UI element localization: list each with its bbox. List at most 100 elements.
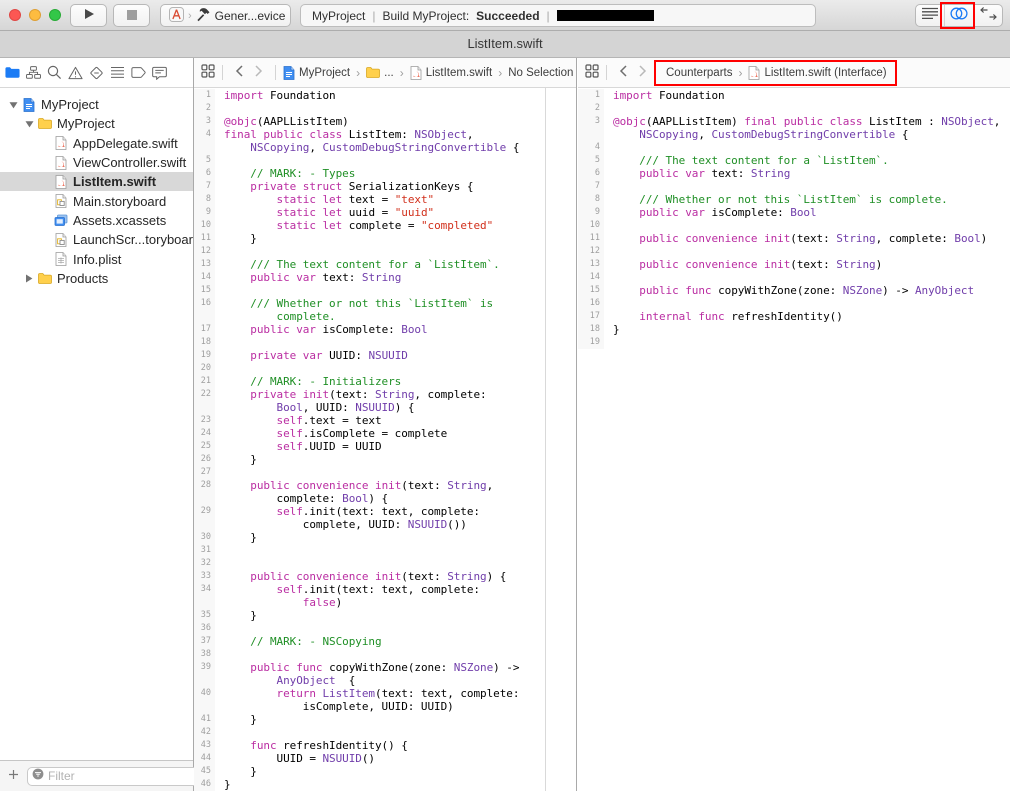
- project-navigator-icon[interactable]: [5, 64, 20, 82]
- status-build-result: Succeeded: [476, 9, 539, 23]
- tree-row[interactable]: AppDelegate.swift: [0, 134, 193, 153]
- close-window-button[interactable]: [9, 9, 21, 21]
- breadcrumb[interactable]: MyProject›...›ListItem.swift›No Selectio…: [283, 66, 573, 80]
- code-line: 21 // MARK: - Initializers: [194, 375, 576, 388]
- breadcrumb-item[interactable]: ...: [384, 67, 394, 79]
- stop-button[interactable]: [113, 4, 150, 27]
- debug-navigator-icon[interactable]: [110, 64, 125, 82]
- code-text: internal func refreshIdentity(): [604, 310, 843, 323]
- code-text: [215, 648, 224, 661]
- line-number: 15: [578, 284, 604, 297]
- code-text: // MARK: - NSCopying: [215, 635, 382, 648]
- code-text: [215, 622, 224, 635]
- assistant-code-editor[interactable]: 1import Foundation23@objc(AAPLListItem) …: [578, 88, 1010, 791]
- code-text: /// Whether or not this `ListItem` is: [215, 297, 493, 310]
- tree-row[interactable]: Info.plist: [0, 249, 193, 268]
- code-text: @objc(AAPLListItem): [215, 115, 349, 128]
- code-line: 10 static let complete = "completed": [194, 219, 576, 232]
- file-label: Main.storyboard: [73, 194, 166, 209]
- breadcrumb-separator: ›: [498, 66, 502, 80]
- line-number: 44: [194, 752, 215, 765]
- tree-row[interactable]: Main.storyboard: [0, 191, 193, 210]
- report-navigator-icon[interactable]: [152, 64, 167, 82]
- tree-row[interactable]: ListItem.swift: [0, 172, 193, 191]
- source-code-editor[interactable]: 1import Foundation23@objc(AAPLListItem)4…: [194, 88, 576, 791]
- tree-row[interactable]: MyProject: [0, 114, 193, 133]
- breadcrumb-item[interactable]: No Selection: [508, 67, 573, 79]
- search-navigator-icon[interactable]: [47, 64, 62, 82]
- assistant-editor-button[interactable]: [944, 5, 973, 26]
- tree-row[interactable]: MyProject: [0, 95, 193, 114]
- issue-navigator-icon[interactable]: [68, 64, 83, 82]
- code-text: // MARK: - Initializers: [215, 375, 401, 388]
- chevron-left-icon: [235, 65, 244, 80]
- disclosure-open-icon[interactable]: [22, 120, 36, 128]
- standard-editor-button[interactable]: [916, 5, 944, 26]
- breadcrumb[interactable]: Counterparts›ListItem.swift (Interface): [662, 66, 887, 80]
- related-items-icon[interactable]: [201, 64, 215, 81]
- disclosure-open-icon[interactable]: [6, 101, 20, 109]
- back-button[interactable]: [614, 65, 633, 80]
- forward-button[interactable]: [633, 65, 652, 80]
- forward-button[interactable]: [249, 65, 268, 80]
- code-text: /// The text content for a `ListItem`.: [604, 154, 889, 167]
- project-navigator-tree[interactable]: MyProjectMyProjectAppDelegate.swiftViewC…: [0, 89, 193, 760]
- test-navigator-icon[interactable]: [89, 64, 104, 82]
- code-text: public var text: String: [215, 271, 401, 284]
- breadcrumb-item[interactable]: Counterparts: [666, 67, 732, 79]
- line-number: 3: [578, 115, 604, 128]
- code-line: 35 }: [194, 609, 576, 622]
- line-number: 38: [194, 648, 215, 661]
- line-number: 32: [194, 557, 215, 570]
- scheme-selector[interactable]: › Gener...evice: [160, 4, 291, 27]
- related-items-icon[interactable]: [585, 64, 599, 81]
- navigator-tab-bar: [0, 58, 193, 88]
- breadcrumb-item[interactable]: ListItem.swift: [426, 67, 492, 79]
- breadcrumb-item[interactable]: MyProject: [299, 67, 350, 79]
- file-swift-icon: [748, 66, 760, 80]
- chevron-left-icon: [619, 65, 628, 80]
- breadcrumb-item[interactable]: ListItem.swift (Interface): [764, 67, 886, 79]
- tree-row[interactable]: Assets.xcassets: [0, 211, 193, 230]
- tree-row[interactable]: LaunchScr...toryboard: [0, 230, 193, 249]
- code-line: 5: [194, 154, 576, 167]
- breadcrumb-separator: ›: [400, 66, 404, 80]
- run-button[interactable]: [70, 4, 107, 27]
- line-number: 13: [194, 258, 215, 271]
- add-button[interactable]: [8, 767, 19, 785]
- annotation-box-counterparts: Counterparts›ListItem.swift (Interface): [654, 60, 897, 86]
- code-text: import Foundation: [604, 89, 725, 102]
- back-button[interactable]: [230, 65, 249, 80]
- line-number: 16: [194, 297, 215, 310]
- version-editor-button[interactable]: [973, 5, 1002, 26]
- code-text: }: [215, 531, 257, 544]
- code-line: 12: [194, 245, 576, 258]
- disclosure-closed-icon[interactable]: [22, 274, 36, 283]
- standard-editor-icon: [921, 7, 939, 25]
- line-number: 9: [578, 206, 604, 219]
- code-text: [604, 102, 613, 115]
- breakpoint-navigator-icon[interactable]: [131, 64, 146, 82]
- minimize-window-button[interactable]: [29, 9, 41, 21]
- code-line: 17 public var isComplete: Bool: [194, 323, 576, 336]
- line-number: [194, 596, 215, 609]
- filter-input[interactable]: [48, 769, 203, 783]
- line-number: 40: [194, 687, 215, 700]
- code-line: 8 static let text = "text": [194, 193, 576, 206]
- tree-row[interactable]: Products: [0, 269, 193, 288]
- code-line: 18: [194, 336, 576, 349]
- code-text: self.init(text: text, complete:: [215, 583, 480, 596]
- code-text: }: [215, 765, 257, 778]
- file-swift-icon: [410, 66, 422, 80]
- code-text: self.UUID = UUID: [215, 440, 382, 453]
- code-line: 9 static let uuid = "uuid": [194, 206, 576, 219]
- zoom-window-button[interactable]: [49, 9, 61, 21]
- line-number: [194, 141, 215, 154]
- tree-row[interactable]: ViewController.swift: [0, 153, 193, 172]
- symbol-navigator-icon[interactable]: [26, 64, 41, 82]
- folder-icon: [36, 118, 53, 129]
- line-number: 43: [194, 739, 215, 752]
- line-number: 12: [578, 245, 604, 258]
- code-text: }: [215, 609, 257, 622]
- code-text: final public class ListItem: NSObject,: [215, 128, 474, 141]
